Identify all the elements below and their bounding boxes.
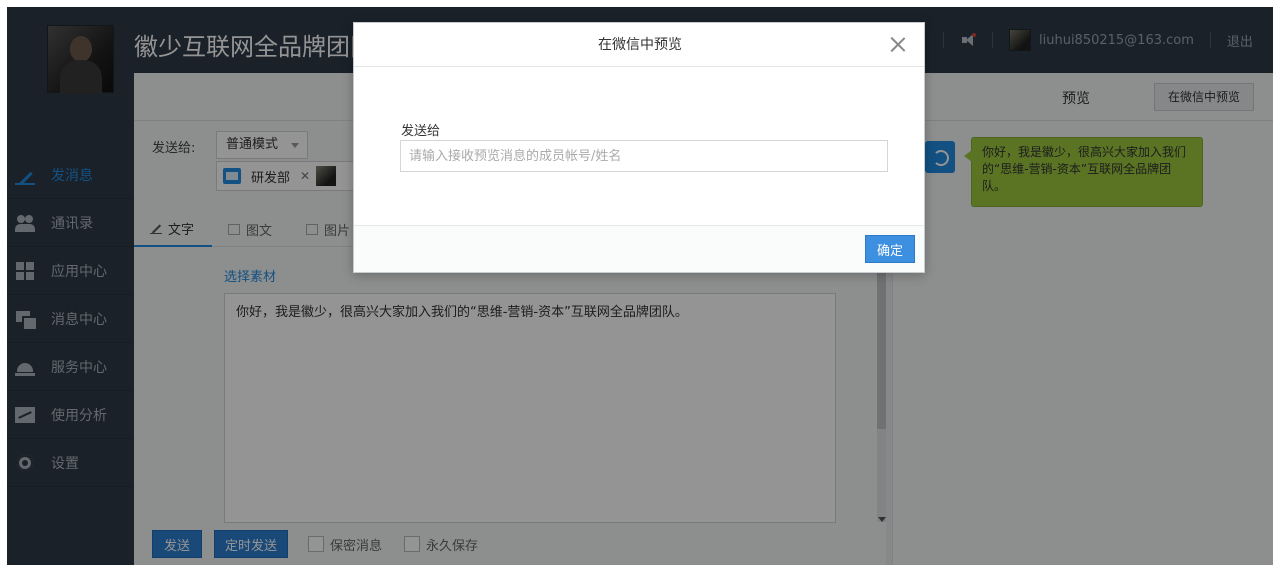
close-icon[interactable] bbox=[890, 36, 906, 52]
modal-header: 在微信中预览 bbox=[354, 23, 924, 67]
modal-footer: 确定 bbox=[354, 225, 924, 272]
app-window: 徽少互联网全品牌团队 liuhui850215@163.com 退出 发消息 通… bbox=[7, 7, 1273, 565]
recipient-input[interactable] bbox=[400, 140, 888, 172]
modal-body: 发送给 bbox=[354, 68, 924, 224]
confirm-button[interactable]: 确定 bbox=[865, 235, 915, 263]
preview-in-wechat-modal: 在微信中预览 发送给 确定 bbox=[353, 22, 925, 273]
field-label: 发送给 bbox=[401, 124, 441, 139]
modal-title: 在微信中预览 bbox=[598, 37, 682, 53]
